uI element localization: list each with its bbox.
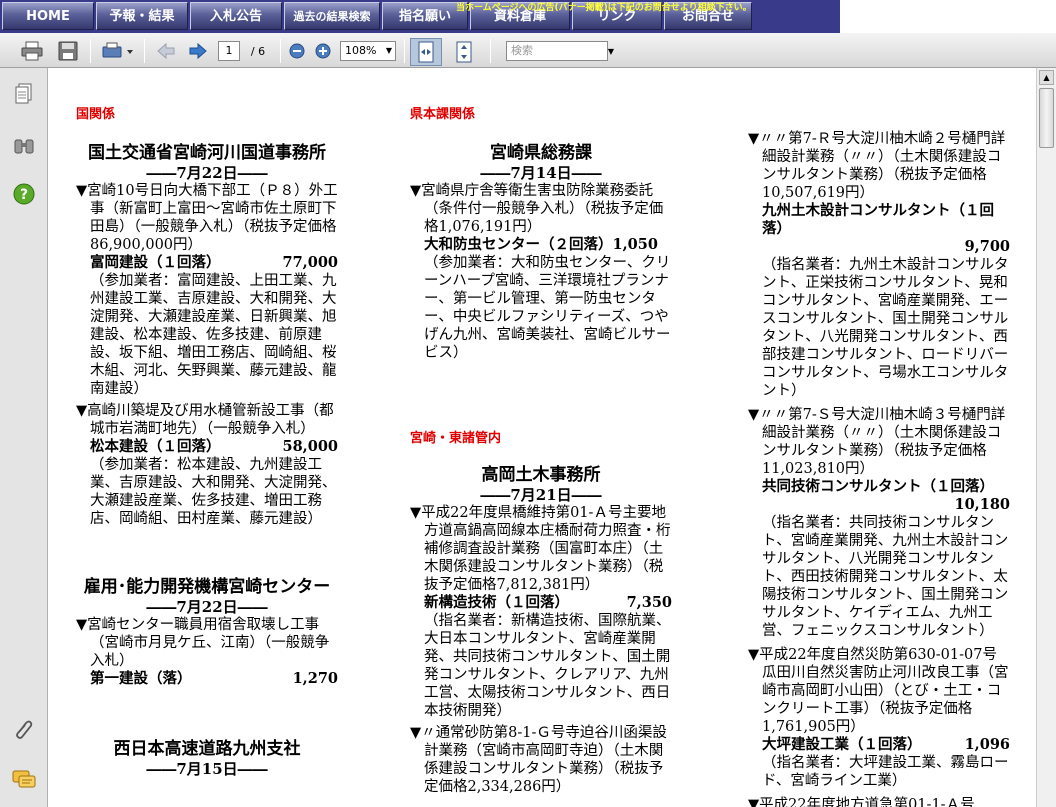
svg-text:?: ? <box>20 187 28 203</box>
nav-forecast-results[interactable]: 予報・結果 <box>96 2 188 30</box>
office-heading: 宮崎県総務課 <box>490 143 592 163</box>
page-total-label: / 6 <box>250 44 266 58</box>
zoom-in-icon[interactable] <box>314 42 332 60</box>
bid-item-description: ▼平成22年度地方道急第01-1-Ａ号 <box>748 797 975 807</box>
bid-winner: 大坪建設工業（１回落） <box>762 736 922 753</box>
section-heading-miyazaki-higashimorokata: 宮崎・東諸管内 <box>410 431 502 446</box>
fit-page-icon[interactable] <box>450 38 478 66</box>
bid-item-description: ▼宮崎センター職員用宿舎取壊し工事（宮崎市月見ケ丘、江南）（一般競争入札） <box>76 617 330 669</box>
bid-winner-row: 第一建設（落） 1,270 <box>76 670 338 688</box>
nav-home[interactable]: HOME <box>2 2 94 30</box>
section-heading-prefecture: 県本課関係 <box>410 107 476 122</box>
vertical-scrollbar[interactable]: ▲ <box>1036 68 1056 807</box>
office-heading: 高岡土木事務所 <box>481 465 601 485</box>
save-icon[interactable] <box>56 40 80 62</box>
office-heading: 国土交通省宮崎河川国道事務所 <box>88 143 326 163</box>
bid-participants: （指名業者：新構造技術、国際航業、大日本コンサルタント、宮崎産業開発、共同技術コ… <box>424 613 671 719</box>
bid-item-description: ▼平成22年度県橋維持第01-Ａ号主要地方道高鍋高岡線本庄橋耐荷力照査・桁補修調… <box>410 505 671 593</box>
nav-past-results-search[interactable]: 過去の結果検索 <box>284 2 380 30</box>
attachment-icon[interactable] <box>12 718 36 742</box>
date-heading: ――7月21日―― <box>480 486 602 504</box>
bid-amount: 7,350 <box>626 594 672 611</box>
bid-winner: 新構造技術（１回落） <box>424 594 569 611</box>
bid-winner: 松本建設（１回落） <box>90 438 221 455</box>
site-nav-bar: HOME 予報・結果 入札公告 過去の結果検索 指名願い 資料倉庫 リンク お問… <box>0 0 1056 33</box>
bid-amount: 9,700 <box>964 238 1010 255</box>
scroll-thumb[interactable] <box>1039 88 1054 148</box>
office-heading: 西日本高速道路九州支社 <box>113 739 301 759</box>
column-3: ▼〃〃第7-Ｒ号大淀川柚木崎２号樋門詳細設計業務（〃〃）（土木関係建設コンサルタ… <box>748 130 1010 807</box>
fit-width-icon[interactable] <box>410 38 442 66</box>
bid-winner: 九州土木設計コンサルタント（１回落） <box>762 202 994 237</box>
help-icon[interactable]: ? <box>12 182 36 206</box>
bid-amount: 58,000 <box>282 438 339 455</box>
chevron-down-icon: ▼ <box>385 46 392 55</box>
bid-winner-row: 大坪建設工業（１回落） 1,096 <box>748 736 1010 754</box>
next-page-icon[interactable] <box>186 40 210 62</box>
bid-item-description: ▼〃〃第7-Ｒ号大淀川柚木崎２号樋門詳細設計業務（〃〃）（土木関係建設コンサルタ… <box>748 131 1006 201</box>
scroll-up-icon[interactable]: ▲ <box>1039 70 1054 85</box>
bid-item-description: ▼〃通常砂防第8-1-Ｇ号寺迫谷川函渠設計業務（宮崎市高岡町寺迫）（土木関係建設… <box>410 725 667 795</box>
bid-winner: 第一建設（落） <box>90 670 192 687</box>
document-page: 国関係 国土交通省宮崎河川国道事務所 ――7月22日―― ▼宮崎10号日向大橋下… <box>48 68 1036 807</box>
zoom-out-icon[interactable] <box>288 42 306 60</box>
bid-amount: 10,180 <box>954 496 1011 513</box>
page-number-input[interactable]: 1 <box>218 41 240 61</box>
zoom-value: 108% <box>345 44 377 57</box>
bid-participants: （指名業者：大坪建設工業、霧島ロード、宮崎ライン工業） <box>762 755 1009 789</box>
bid-winner-row: 富岡建設（１回落） 77,000 <box>76 254 338 272</box>
bid-item-description: ▼高崎川築堤及び用水樋管新設工事（都城市岩満町地先）（一般競争入札） <box>76 403 334 437</box>
bid-participants: （指名業者：九州土木設計コンサルタント、正栄技術コンサルタント、晃和コンサルタン… <box>762 257 1009 399</box>
date-heading: ――7月15日―― <box>146 760 268 778</box>
nav-bid-notice[interactable]: 入札公告 <box>190 2 282 30</box>
pages-icon[interactable] <box>12 82 36 106</box>
bid-amount: 1,096 <box>964 736 1010 753</box>
section-heading-national: 国関係 <box>76 107 116 122</box>
bid-item-description: ▼〃〃第7-Ｓ号大淀川柚木崎３号樋門詳細設計業務（〃〃）（土木関係建設コンサルタ… <box>748 407 1006 477</box>
ad-banner-text[interactable]: 当ホームページへの広告(バナー掲載)は下記のお問合せより相談下さい。 <box>456 2 816 14</box>
office-heading: 雇用･能力開発機構宮崎センター <box>83 577 331 597</box>
bid-participants: （参加業者：大和防虫センター、クリーンハープ宮崎、三洋環境社プランナー、第一ビル… <box>424 255 671 361</box>
navigation-pane: ? <box>0 68 48 807</box>
search-input[interactable]: 検索 <box>506 41 608 61</box>
bid-amount: 1,270 <box>292 670 338 687</box>
attach-print-options-icon[interactable] <box>100 40 136 62</box>
bid-participants: （参加業者：松本建設、九州建設工業、吉原建設、大和開発、大淀開発、大瀬建設産業、… <box>90 457 337 527</box>
bid-winner-row: 松本建設（１回落） 58,000 <box>76 438 338 456</box>
bid-winner: 共同技術コンサルタント（１回落） <box>762 478 994 495</box>
bid-participants: （指名業者：共同技術コンサルタント、宮崎産業開発、九州土木設計コンサルタント、八… <box>762 515 1009 639</box>
column-1: 国関係 国土交通省宮崎河川国道事務所 ――7月22日―― ▼宮崎10号日向大橋下… <box>76 106 338 778</box>
zoom-select[interactable]: 108% ▼ <box>340 41 396 61</box>
bid-participants: （参加業者：富岡建設、上田工業、九州建設工業、吉原建設、大和開発、大淀開発、大瀬… <box>90 273 337 397</box>
comments-icon[interactable] <box>12 768 36 792</box>
pdf-toolbar: 1 / 6 108% ▼ 検索 ▼ <box>0 33 1056 68</box>
bid-winner: 富岡建設（１回落） <box>90 254 221 271</box>
bid-item-description: ▼宮崎県庁舎等衛生害虫防除業務委託（条件付一般競争入札）（税抜予定価格1,076… <box>410 183 664 235</box>
search-dropdown-icon[interactable]: ▼ <box>606 43 616 59</box>
bid-winner-row: 新構造技術（１回落） 7,350 <box>410 594 672 612</box>
date-heading: ――7月22日―― <box>146 164 268 182</box>
bid-amount: 77,000 <box>282 254 339 271</box>
column-2: 県本課関係 宮崎県総務課 ――7月14日―― ▼宮崎県庁舎等衛生害虫防除業務委託… <box>410 106 672 796</box>
print-icon[interactable] <box>20 40 44 62</box>
binoculars-icon[interactable] <box>12 134 36 158</box>
nav-blank-area <box>840 0 1056 33</box>
date-heading: ――7月22日―― <box>146 598 268 616</box>
bid-item-description: ▼平成22年度自然災防第630-01-07号瓜田川自然災害防止河川改良工事（宮崎… <box>748 647 1009 735</box>
previous-page-icon[interactable] <box>154 40 178 62</box>
bid-winner: 大和防虫センター（２回落）1,050 <box>424 236 658 253</box>
date-heading: ――7月14日―― <box>480 164 602 182</box>
bid-item-description: ▼宮崎10号日向大橋下部工（Ｐ８）外工事（新富町上富田～宮崎市佐土原町下田島）（… <box>76 183 338 253</box>
